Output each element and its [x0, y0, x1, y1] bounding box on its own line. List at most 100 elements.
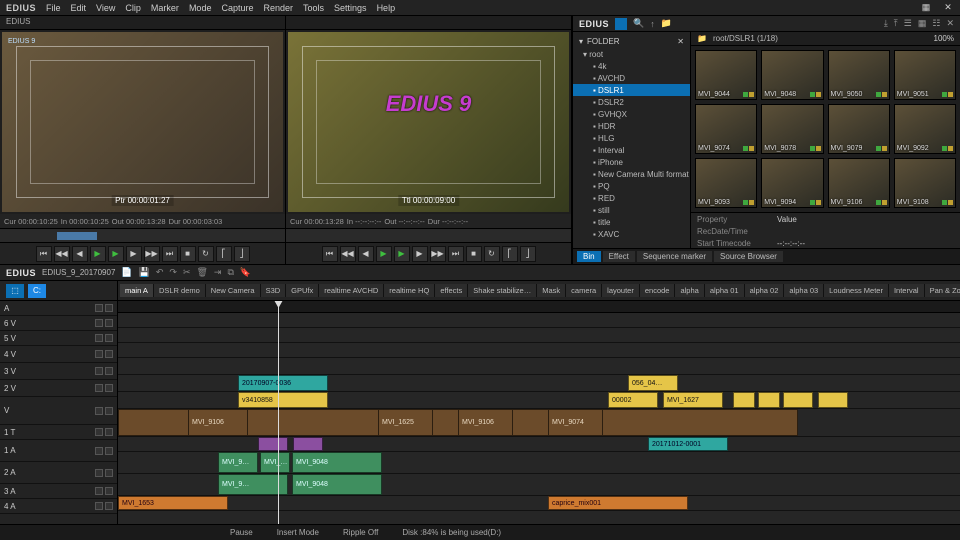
- src-stop-icon[interactable]: ■: [180, 246, 196, 262]
- menu-help[interactable]: Help: [377, 3, 396, 13]
- timeline-clip[interactable]: [293, 437, 323, 451]
- timeline-clip[interactable]: [818, 392, 848, 408]
- timeline-clip[interactable]: MVI_9048: [292, 452, 382, 473]
- bin-tab[interactable]: Bin: [577, 251, 601, 262]
- track-lane[interactable]: 20171012-0001: [118, 437, 960, 452]
- tl-save-icon[interactable]: 💾: [139, 267, 150, 278]
- sequence-tab[interactable]: alpha: [675, 284, 704, 297]
- track-lane[interactable]: v341085800002MVI_1627: [118, 392, 960, 409]
- folder-item[interactable]: ▪ still: [573, 204, 690, 216]
- sequence-tab[interactable]: alpha 01: [705, 284, 745, 297]
- track-lane[interactable]: [118, 343, 960, 358]
- sequence-tab[interactable]: Mask: [537, 284, 566, 297]
- playhead[interactable]: [278, 301, 279, 524]
- new-folder-icon[interactable]: 📁: [661, 18, 672, 29]
- menu-marker[interactable]: Marker: [151, 3, 179, 13]
- sequence-tab[interactable]: layouter: [602, 284, 640, 297]
- track-lane[interactable]: [118, 358, 960, 375]
- folder-tree[interactable]: ▾FOLDER✕ ▾ root ▪ 4k▪ AVCHD▪ DSLR1▪ DSLR…: [573, 32, 691, 248]
- timeline-clip[interactable]: MVI_9106: [188, 409, 248, 436]
- track-header[interactable]: 4 V: [0, 346, 117, 363]
- timeline-clip[interactable]: [258, 437, 288, 451]
- track-lane[interactable]: 20170907-0036056_04…: [118, 375, 960, 392]
- timeline-clip[interactable]: caprice_mix001: [548, 496, 688, 510]
- sequence-tab[interactable]: realtime AVCHD: [319, 284, 384, 297]
- clip-thumbnail[interactable]: MVI_9106: [828, 158, 890, 208]
- rec-stop-icon[interactable]: ■: [466, 246, 482, 262]
- menu-mode[interactable]: Mode: [189, 3, 212, 13]
- mode-insert-button[interactable]: ⬚: [6, 284, 24, 298]
- rec-step-fwd-icon[interactable]: ▶▶: [430, 246, 446, 262]
- tl-ripple-icon[interactable]: ⇥: [214, 267, 222, 278]
- src-step-back-icon[interactable]: ◀◀: [54, 246, 70, 262]
- clip-thumbnail[interactable]: MVI_9050: [828, 50, 890, 100]
- src-frame-fwd-icon[interactable]: ▶: [126, 246, 142, 262]
- timeline-clip[interactable]: MVI_1625: [378, 409, 433, 436]
- thumbs-icon[interactable]: ▦: [918, 18, 927, 29]
- timeline-clip[interactable]: 20170907-0036: [238, 375, 328, 391]
- thumbnail-grid[interactable]: MVI_9044MVI_9048MVI_9050MVI_9051MVI_9074…: [691, 46, 960, 212]
- tl-cut-icon[interactable]: ✂: [183, 267, 191, 278]
- menu-settings[interactable]: Settings: [334, 3, 367, 13]
- track-lane[interactable]: [118, 511, 960, 524]
- timeline-clip[interactable]: MVI_9074: [548, 409, 603, 436]
- timeline-clip[interactable]: MVI_9106: [458, 409, 513, 436]
- track-header[interactable]: 2 V: [0, 380, 117, 397]
- folder-item[interactable]: ▪ RED: [573, 192, 690, 204]
- menu-render[interactable]: Render: [263, 3, 293, 13]
- tl-marker-icon[interactable]: 🔖: [240, 267, 251, 278]
- list-icon[interactable]: ☷: [932, 18, 940, 29]
- timeline-clip[interactable]: MVI_9…: [218, 452, 258, 473]
- rec-frame-fwd-icon[interactable]: ▶: [412, 246, 428, 262]
- folder-item[interactable]: ▪ New Camera Multi format: [573, 168, 690, 180]
- track-header[interactable]: V: [0, 397, 117, 425]
- sequence-tab[interactable]: effects: [435, 284, 468, 297]
- menu-file[interactable]: File: [46, 3, 61, 13]
- src-goto-end-icon[interactable]: ⏭: [162, 246, 178, 262]
- tl-delete-icon[interactable]: 🗑: [196, 267, 207, 278]
- track-lane[interactable]: MVI_9106 MVI_1625 MVI_9106 MVI_9074: [118, 409, 960, 437]
- tl-new-icon[interactable]: 📄: [121, 267, 132, 278]
- timeline-clip[interactable]: MVI_…: [260, 452, 290, 473]
- track-header[interactable]: 1 T: [0, 425, 117, 440]
- src-play-loop-icon[interactable]: ▶: [108, 246, 124, 262]
- folder-item[interactable]: ▪ DSLR1: [573, 84, 690, 96]
- tl-undo-icon[interactable]: ↶: [156, 267, 164, 278]
- mode-overwrite-button[interactable]: C:: [28, 284, 46, 298]
- timeline-clip[interactable]: [733, 392, 755, 408]
- folder-item[interactable]: ▪ DSLR2: [573, 96, 690, 108]
- sequence-tab[interactable]: camera: [566, 284, 602, 297]
- sequence-tab[interactable]: main A: [120, 284, 154, 297]
- sequence-tab[interactable]: Pan & Zoom: [925, 284, 960, 297]
- src-mark-out-icon[interactable]: ⎦: [234, 246, 250, 262]
- track-header[interactable]: 6 V: [0, 316, 117, 331]
- tl-group-icon[interactable]: ⧉: [227, 267, 233, 278]
- sequence-tab[interactable]: alpha 02: [745, 284, 785, 297]
- menu-tools[interactable]: Tools: [303, 3, 324, 13]
- layout-icon[interactable]: ▦: [920, 2, 932, 14]
- clip-thumbnail[interactable]: MVI_9094: [761, 158, 823, 208]
- rec-play-icon[interactable]: ▶: [376, 246, 392, 262]
- track-lane[interactable]: MVI_9…MVI_9048: [118, 474, 960, 496]
- track-header[interactable]: 5 V: [0, 331, 117, 346]
- timeline-clip[interactable]: MVI_1653: [118, 496, 228, 510]
- rec-goto-end-icon[interactable]: ⏭: [448, 246, 464, 262]
- bin-tab[interactable]: Effect: [603, 251, 635, 262]
- rec-mark-in-icon[interactable]: ⎡: [502, 246, 518, 262]
- properties-icon[interactable]: ☰: [904, 18, 912, 29]
- bin-tab[interactable]: Source Browser: [714, 251, 783, 262]
- source-scrub[interactable]: [0, 228, 285, 242]
- export-icon[interactable]: ⤒: [894, 18, 898, 29]
- folder-item[interactable]: ▪ PQ: [573, 180, 690, 192]
- track-header[interactable]: 1 A: [0, 440, 117, 462]
- timeline-clip[interactable]: [783, 392, 813, 408]
- folder-item[interactable]: ▪ HDR: [573, 120, 690, 132]
- src-play-icon[interactable]: ▶: [90, 246, 106, 262]
- menu-capture[interactable]: Capture: [221, 3, 253, 13]
- folder-icon[interactable]: [615, 18, 627, 30]
- sequence-name[interactable]: EDIUS_9_20170907: [42, 268, 115, 277]
- menu-view[interactable]: View: [96, 3, 115, 13]
- clip-thumbnail[interactable]: MVI_9078: [761, 104, 823, 154]
- timeline-clip[interactable]: MVI_9048: [292, 474, 382, 495]
- src-step-fwd-icon[interactable]: ▶▶: [144, 246, 160, 262]
